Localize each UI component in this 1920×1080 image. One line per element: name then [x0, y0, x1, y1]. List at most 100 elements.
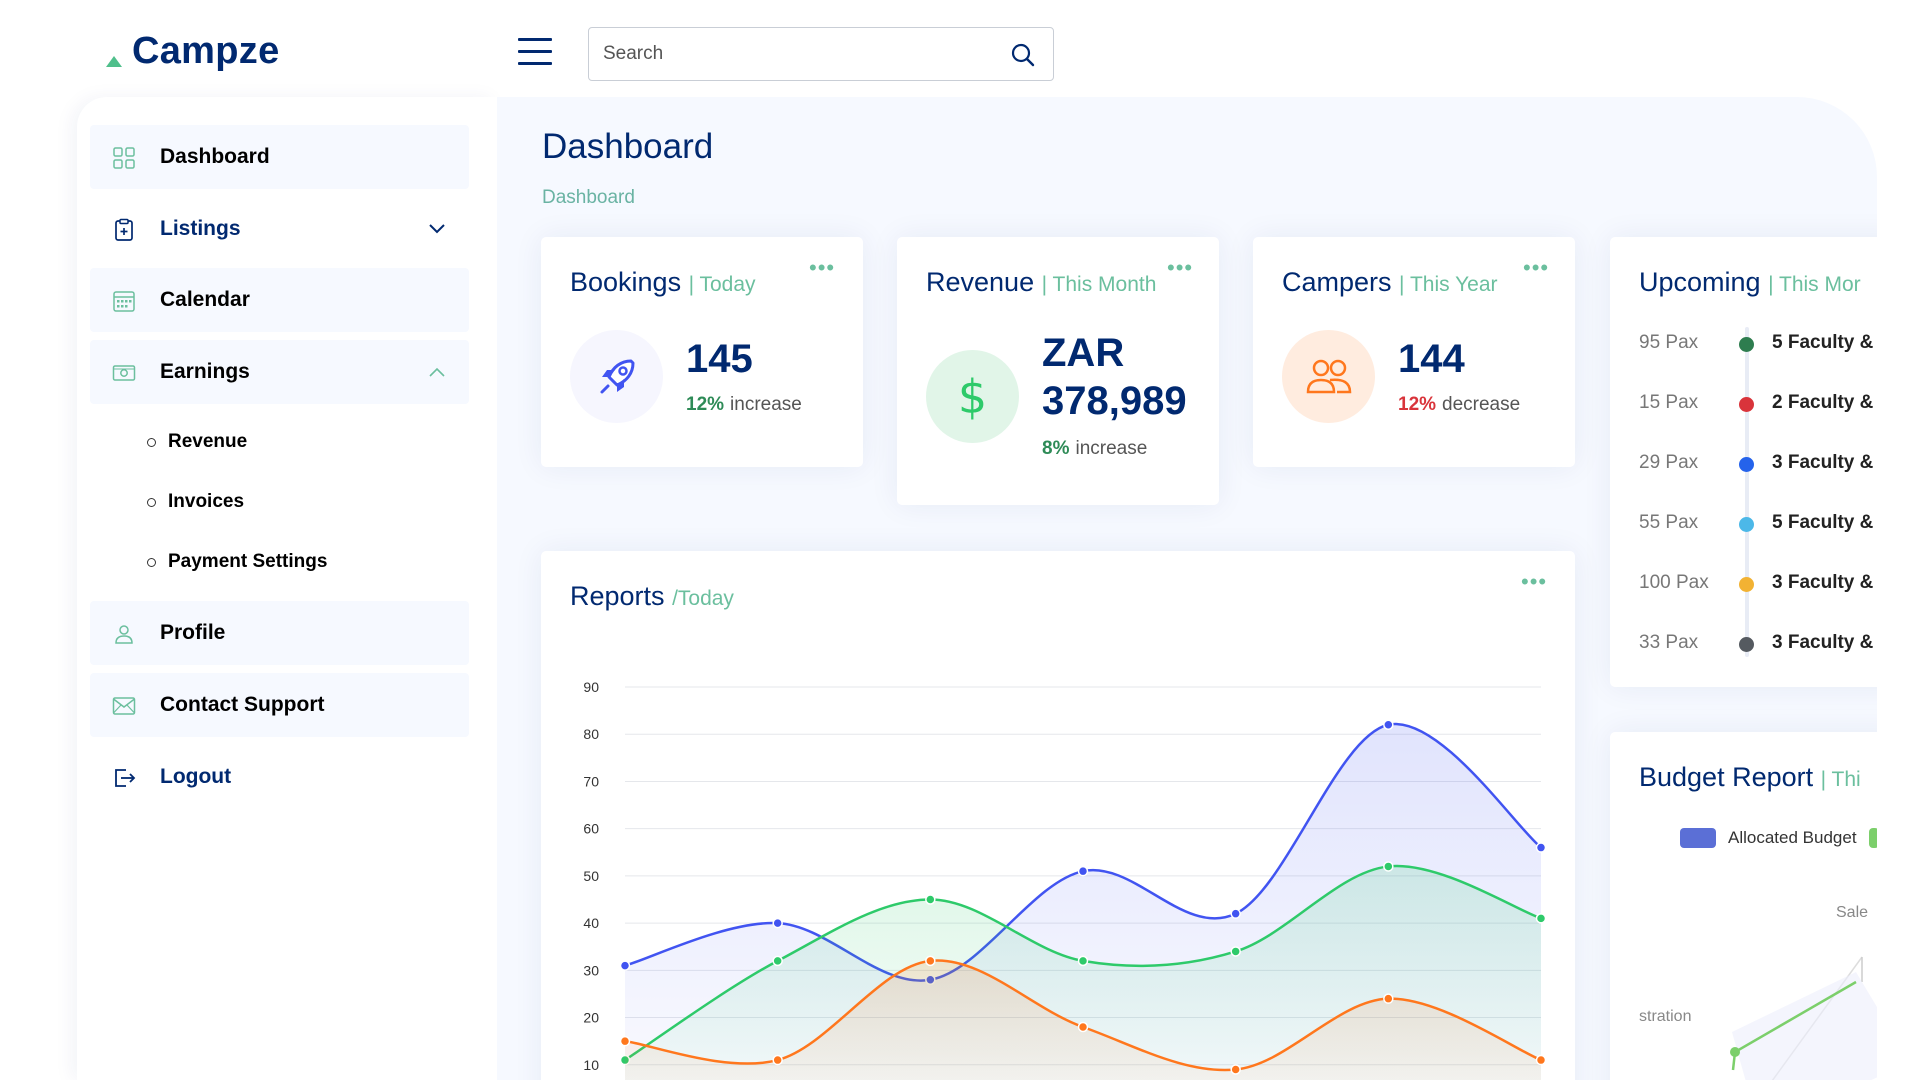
hamburger-line-icon: [518, 62, 552, 65]
sidebar-subitem-invoices[interactable]: Invoices: [147, 482, 244, 522]
more-options-icon[interactable]: •••: [809, 257, 835, 279]
sidebar-subitem-label: Revenue: [168, 431, 248, 452]
upcoming-text: 3 Faculty &: [1772, 572, 1874, 593]
sidebar-item-label: Earnings: [160, 360, 250, 383]
upcoming-row[interactable]: 55 Pax 5 Faculty &: [1639, 509, 1899, 539]
circle-bullet-icon: [147, 557, 156, 567]
sidebar-item-dashboard[interactable]: Dashboard: [90, 125, 469, 189]
logo[interactable]: Campze: [106, 30, 280, 73]
card-title-text: Campers: [1282, 267, 1392, 297]
data-point: [619, 1035, 631, 1047]
app-root: Campze Dashboard: [0, 0, 1920, 1080]
data-point: [1383, 993, 1394, 1004]
campers-card: Campers | This Year ••• 144 12% decrease: [1253, 237, 1575, 467]
data-point: [1383, 861, 1394, 872]
more-options-icon[interactable]: •••: [1523, 257, 1549, 279]
data-point: [1230, 946, 1241, 957]
search-input[interactable]: [603, 40, 993, 68]
sidebar-subitem-label: Invoices: [168, 491, 245, 512]
data-point: [1077, 1021, 1089, 1033]
sidebar-item-label: Profile: [160, 621, 226, 644]
data-point: [1077, 865, 1089, 877]
upcoming-row[interactable]: 33 Pax 3 Faculty &: [1639, 629, 1899, 659]
upcoming-pax: 55 Pax: [1639, 512, 1699, 533]
viewport-edge: [1877, 97, 1920, 1080]
campers-delta: 12% decrease: [1398, 394, 1520, 416]
page-title: Dashboard: [542, 127, 714, 166]
data-point: [1077, 955, 1089, 967]
y-tick-label: 20: [583, 1010, 599, 1026]
data-point: [619, 960, 631, 971]
circle-bullet-icon: [147, 497, 156, 507]
revenue-trend: increase: [1075, 438, 1148, 459]
upcoming-text: 2 Faculty &: [1772, 392, 1874, 413]
breadcrumb[interactable]: Dashboard: [542, 187, 635, 209]
card-period: | This Mor: [1768, 273, 1861, 296]
search-button[interactable]: [1009, 41, 1037, 69]
data-point: [925, 955, 936, 967]
sidebar-subitem-revenue[interactable]: Revenue: [147, 422, 247, 462]
card-title: Upcoming | This Mor: [1639, 267, 1861, 298]
data-point: [1535, 913, 1547, 924]
upcoming-text: 3 Faculty &: [1772, 452, 1874, 473]
upcoming-row[interactable]: 100 Pax 3 Faculty &: [1639, 569, 1899, 599]
sidebar-item-profile[interactable]: Profile: [90, 601, 469, 665]
sidebar-item-listings[interactable]: Listings: [90, 197, 469, 261]
logout-icon: [115, 769, 136, 787]
bookings-card: Bookings | Today ••• 145 12% increase: [541, 237, 863, 467]
hamburger-line-icon: [518, 38, 552, 41]
logo-text: Campze: [132, 30, 280, 72]
card-title: Bookings | Today: [570, 267, 756, 298]
people-icon: [1306, 359, 1351, 393]
sidebar-item-label: Logout: [160, 765, 232, 788]
data-point: [1230, 908, 1241, 919]
data-point: [1230, 1064, 1241, 1075]
upcoming-row[interactable]: 95 Pax 5 Faculty &: [1639, 329, 1899, 359]
status-dot-icon: [1739, 517, 1754, 532]
upcoming-pax: 95 Pax: [1639, 332, 1699, 353]
sidebar-subitem-payment-settings[interactable]: Payment Settings: [147, 542, 327, 582]
grid-icon: [113, 147, 135, 169]
upcoming-text: 5 Faculty &: [1772, 332, 1874, 353]
card-title: Campers | This Year: [1282, 267, 1498, 298]
upcoming-pax: 100 Pax: [1639, 572, 1709, 593]
status-dot-icon: [1739, 397, 1754, 412]
upcoming-row[interactable]: 29 Pax 3 Faculty &: [1639, 449, 1899, 479]
card-period: | This Month: [1041, 273, 1157, 296]
card-title-text: Revenue: [926, 267, 1035, 297]
revenue-value: 378,989: [1042, 379, 1187, 423]
sidebar-item-contact-support[interactable]: Contact Support: [90, 673, 469, 737]
bookings-value: 145: [686, 337, 753, 381]
search-icon: [1011, 43, 1035, 67]
top-header: Campze: [0, 0, 1920, 97]
card-period: | This Year: [1399, 273, 1498, 296]
sidebar-item-earnings[interactable]: Earnings: [90, 340, 469, 404]
data-point: [772, 1054, 783, 1066]
card-title-text: Upcoming: [1639, 267, 1761, 297]
sidebar-item-logout[interactable]: Logout: [90, 745, 469, 809]
status-dot-icon: [1739, 337, 1754, 352]
upcoming-pax: 29 Pax: [1639, 452, 1699, 473]
sidebar-item-label: Contact Support: [160, 693, 325, 716]
status-dot-icon: [1739, 637, 1754, 652]
sidebar-item-label: Listings: [160, 217, 241, 240]
sidebar-item-label: Calendar: [160, 288, 250, 311]
chevron-down-icon: [429, 224, 445, 234]
bookings-icon-circle: [570, 330, 663, 423]
envelope-icon: [112, 697, 136, 715]
menu-toggle-button[interactable]: [518, 38, 552, 66]
upcoming-row[interactable]: 15 Pax 2 Faculty &: [1639, 389, 1899, 419]
status-dot-icon: [1739, 577, 1754, 592]
upcoming-text: 5 Faculty &: [1772, 512, 1874, 533]
card-title-text: Bookings: [570, 267, 682, 297]
y-tick-label: 70: [583, 773, 599, 789]
y-tick-label: 10: [583, 1057, 599, 1073]
bookings-delta: 12% increase: [686, 394, 802, 416]
radar-point: [1730, 1047, 1740, 1057]
calendar-icon: [113, 291, 135, 312]
clipboard-plus-icon: [115, 218, 133, 241]
data-point: [772, 917, 783, 929]
more-options-icon[interactable]: •••: [1167, 257, 1193, 279]
data-point: [1535, 842, 1547, 853]
sidebar-item-calendar[interactable]: Calendar: [90, 268, 469, 332]
